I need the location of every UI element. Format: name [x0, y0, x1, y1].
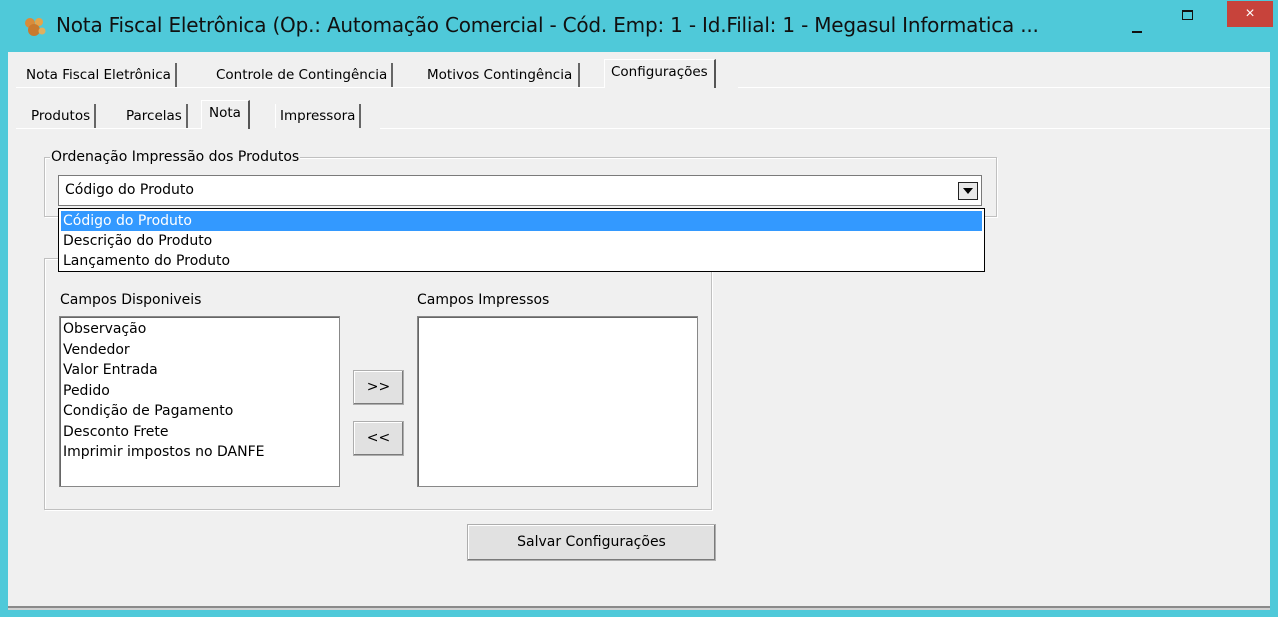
tab-configuracoes[interactable]: Configurações [604, 59, 716, 88]
remove-field-button[interactable]: << [353, 421, 404, 456]
dropdown-option[interactable]: Lançamento do Produto [63, 251, 230, 271]
list-item[interactable]: Desconto Frete [63, 422, 169, 443]
subtab-divider [380, 128, 1270, 129]
window-title: Nota Fiscal Eletrônica (Op.: Automação C… [56, 13, 1039, 37]
ordering-selected-value: Código do Produto [65, 182, 194, 198]
subtab-nota[interactable]: Nota [201, 100, 250, 129]
list-item[interactable]: Imprimir impostos no DANFE [63, 442, 264, 463]
window-bottom-border [8, 606, 1270, 608]
dropdown-option[interactable]: Descrição do Produto [63, 231, 212, 251]
title-bar[interactable]: Nota Fiscal Eletrônica (Op.: Automação C… [0, 0, 1278, 52]
dropdown-option[interactable]: Código do Produto [61, 211, 982, 231]
list-item[interactable]: Condição de Pagamento [63, 401, 233, 422]
list-item[interactable]: Vendedor [63, 340, 130, 361]
list-item[interactable]: Valor Entrada [63, 360, 158, 381]
subtab-divider [16, 128, 201, 129]
tab-motivos-contingencia[interactable]: Motivos Contingência [427, 63, 581, 87]
tab-divider [738, 87, 1270, 88]
chevron-down-icon[interactable] [958, 182, 978, 200]
subtab-produtos[interactable]: Produtos [31, 104, 97, 128]
list-item[interactable]: Observação [63, 319, 146, 340]
tab-nota-fiscal[interactable]: Nota Fiscal Eletrônica [26, 63, 177, 87]
save-settings-button[interactable]: Salvar Configurações [467, 524, 716, 561]
available-fields-label: Campos Disponiveis [60, 292, 202, 308]
printed-fields-list[interactable] [417, 316, 698, 487]
add-field-button[interactable]: >> [353, 370, 404, 405]
tab-divider [16, 87, 604, 88]
ordering-combobox[interactable]: Código do Produto [58, 175, 982, 206]
minimize-button[interactable] [1122, 10, 1152, 34]
ordering-group-label: Ordenação Impressão dos Produtos [50, 149, 301, 165]
list-item[interactable]: Pedido [63, 381, 110, 402]
subtab-impressora[interactable]: Impressora [275, 104, 362, 128]
app-icon [25, 18, 46, 36]
maximize-button[interactable] [1172, 4, 1202, 28]
close-button[interactable]: × [1227, 1, 1273, 27]
printed-fields-label: Campos Impressos [417, 292, 550, 308]
subtab-parcelas[interactable]: Parcelas [126, 104, 188, 128]
tab-controle-contingencia[interactable]: Controle de Contingência [216, 63, 394, 87]
available-fields-list[interactable]: Observação Vendedor Valor Entrada Pedido… [59, 316, 340, 487]
ordering-dropdown-list[interactable]: Código do Produto Descrição do Produto L… [58, 208, 985, 272]
